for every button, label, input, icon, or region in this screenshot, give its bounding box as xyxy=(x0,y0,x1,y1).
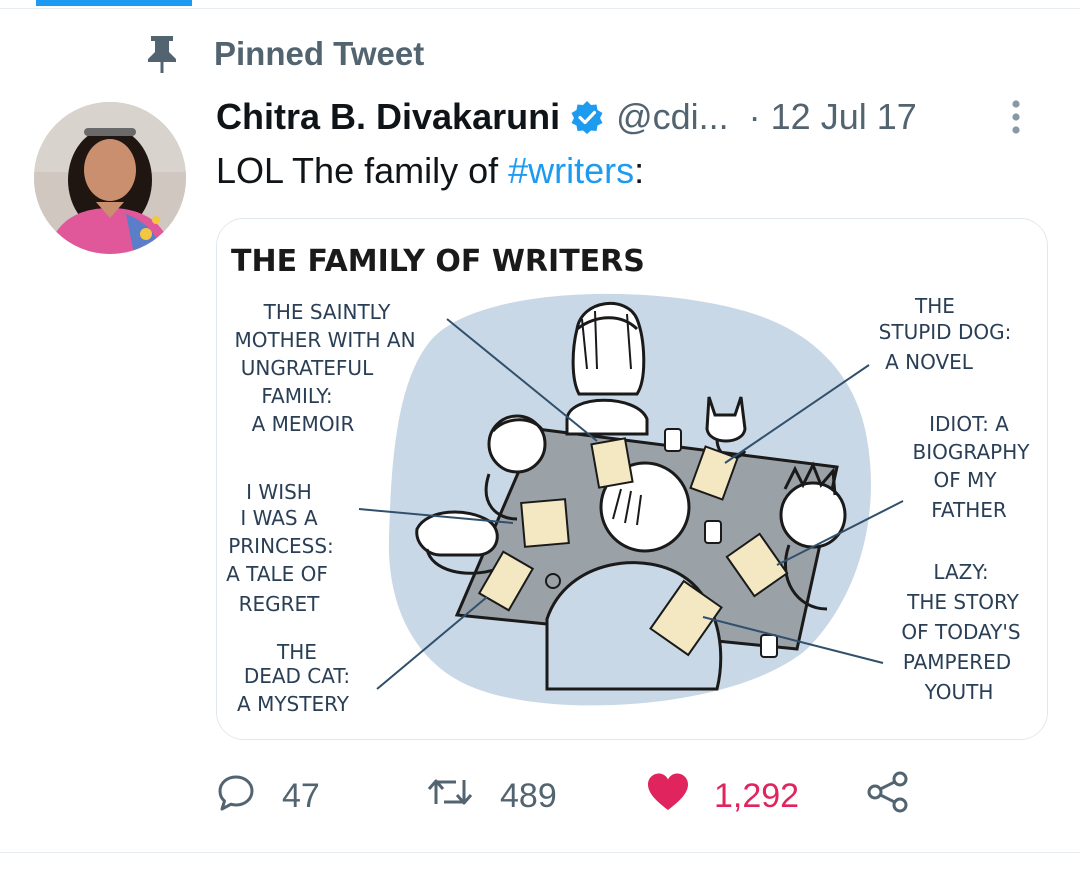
active-tab-indicator xyxy=(36,0,192,6)
author-avatar[interactable] xyxy=(34,102,186,254)
caption-idiot-4: FATHER xyxy=(931,498,1007,522)
comic-title: THE FAMILY OF WRITERS xyxy=(231,244,645,279)
caption-princess-5: REGRET xyxy=(239,592,321,616)
reply-icon xyxy=(216,772,256,821)
retweet-icon xyxy=(426,772,474,821)
caption-dead-cat-3: A MYSTERY xyxy=(237,692,350,716)
caption-dead-cat-1: THE xyxy=(276,640,317,664)
caption-idiot-2: BIOGRAPHY xyxy=(913,440,1031,464)
pin-icon xyxy=(144,32,180,76)
tweet-text-prefix: LOL The family of xyxy=(216,150,509,191)
verified-badge-icon xyxy=(570,100,604,134)
caption-saintly-mother-4: FAMILY: xyxy=(261,384,332,408)
top-tab-bar xyxy=(0,0,1080,9)
caption-stupid-dog-3: A NOVEL xyxy=(885,350,974,374)
caption-lazy-1: LAZY: xyxy=(933,560,988,584)
caption-saintly-mother-5: A MEMOIR xyxy=(252,412,355,436)
reply-count: 47 xyxy=(282,776,320,815)
caption-saintly-mother-2: MOTHER WITH AN xyxy=(234,328,415,352)
pinned-tweet-row: Pinned Tweet xyxy=(144,32,424,76)
caption-lazy-4: PAMPERED xyxy=(903,650,1011,674)
heart-icon xyxy=(646,772,690,821)
caption-lazy-5: YOUTH xyxy=(924,680,994,704)
caption-stupid-dog-2: STUPID DOG: xyxy=(879,320,1012,344)
tweet-media-image[interactable]: THE FAMILY OF WRITERS THE SAINTLY MOTHER… xyxy=(216,218,1048,740)
more-vertical-icon[interactable] xyxy=(1006,96,1026,138)
caption-idiot-3: OF MY xyxy=(933,468,997,492)
pinned-tweet-label: Pinned Tweet xyxy=(214,35,425,72)
caption-princess-3: PRINCESS: xyxy=(228,534,334,558)
share-button[interactable] xyxy=(866,770,910,823)
tweet-header: Chitra B. Divakaruni @cdi... · 12 Jul 17 xyxy=(216,92,1046,142)
tweet-actions: 47 489 1,292 xyxy=(216,770,1046,822)
retweet-count: 489 xyxy=(500,776,557,815)
caption-princess-4: A TALE OF xyxy=(226,562,328,586)
caption-lazy-2: THE STORY xyxy=(906,590,1020,614)
caption-lazy-3: OF TODAY'S xyxy=(901,620,1020,644)
like-count: 1,292 xyxy=(714,776,800,815)
tweet-text-suffix: : xyxy=(634,150,645,191)
caption-idiot-1: IDIOT: A xyxy=(929,412,1009,436)
tweet-text: LOL The family of #writers: xyxy=(216,150,644,192)
caption-princess-2: I WAS A xyxy=(240,506,318,530)
reply-button[interactable]: 47 xyxy=(216,772,426,821)
tweet-date[interactable]: · 12 Jul 17 xyxy=(749,96,917,138)
hashtag-link[interactable]: #writers xyxy=(508,150,634,191)
author-display-name[interactable]: Chitra B. Divakaruni xyxy=(216,96,560,138)
like-button[interactable]: 1,292 xyxy=(646,772,866,821)
caption-dead-cat-2: DEAD CAT: xyxy=(244,664,350,688)
caption-stupid-dog-1: THE xyxy=(914,294,955,318)
share-icon xyxy=(866,770,910,823)
caption-princess-1: I WISH xyxy=(246,480,312,504)
bottom-divider xyxy=(0,852,1080,853)
author-handle[interactable]: @cdi... xyxy=(616,96,729,138)
retweet-button[interactable]: 489 xyxy=(426,772,646,821)
caption-saintly-mother-1: THE SAINTLY xyxy=(263,300,392,324)
caption-saintly-mother-3: UNGRATEFUL xyxy=(241,356,374,380)
